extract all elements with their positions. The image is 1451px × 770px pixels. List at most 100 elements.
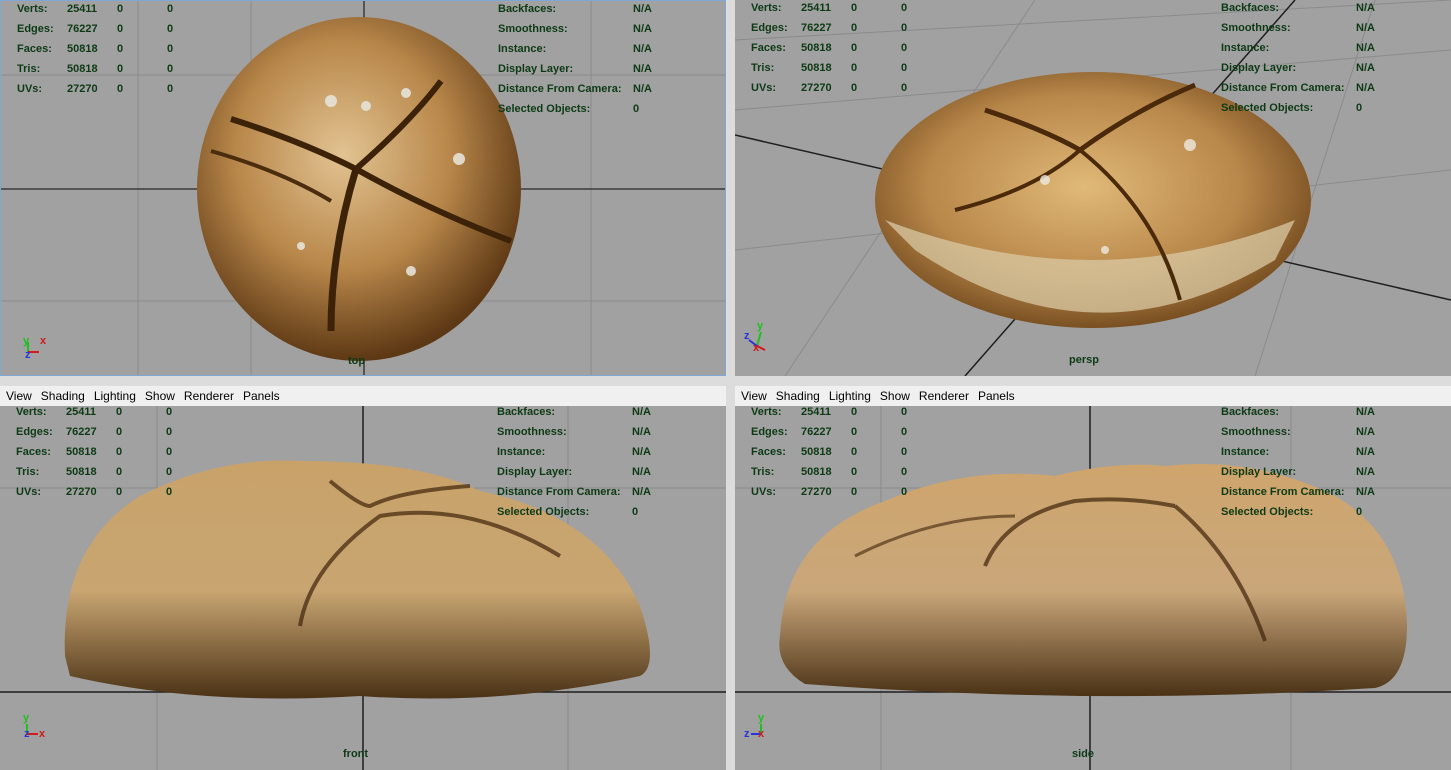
menu-show[interactable]: Show bbox=[880, 389, 910, 403]
menu-lighting[interactable]: Lighting bbox=[829, 389, 871, 403]
hud-stat-value: 0 bbox=[117, 63, 124, 75]
viewport-front[interactable]: Verts: 25411 0 0 Edges: 76227 0 0 Faces: 50818 0 0 T… bbox=[0, 406, 726, 770]
menu-shading[interactable]: Shading bbox=[776, 389, 820, 403]
hud-stat-value: 0 bbox=[851, 426, 858, 438]
menu-renderer[interactable]: Renderer bbox=[184, 389, 234, 403]
hud-info-label: Display Layer: bbox=[1221, 62, 1297, 74]
viewport-side[interactable]: Verts: 25411 0 0 Edges: 76227 0 0 Faces: 50818 0 0 T… bbox=[735, 406, 1451, 770]
hud-stat-value: 0 bbox=[166, 486, 173, 498]
hud-info-value: N/A bbox=[1356, 426, 1375, 438]
hud-info-label: Smoothness: bbox=[1221, 22, 1291, 34]
camera-label: front bbox=[343, 748, 369, 760]
hud-stat-value: 0 bbox=[167, 23, 174, 35]
hud-stat-value: 25411 bbox=[66, 406, 96, 418]
axis-label-y: y bbox=[23, 335, 30, 347]
menu-panels[interactable]: Panels bbox=[243, 389, 280, 403]
hud-info-label: Selected Objects: bbox=[1221, 102, 1314, 114]
hud-stat-label: Edges: bbox=[16, 426, 53, 438]
hud-stats-right: Backfaces: N/A Smoothness: N/A Instance: N/A D… bbox=[498, 3, 698, 123]
hud-stat-value: 76227 bbox=[67, 23, 98, 35]
bread-model-top[interactable] bbox=[197, 17, 521, 361]
hud-stats-right: Backfaces: N/A Smoothness: N/A Instance: N/A D… bbox=[1221, 406, 1441, 526]
hud-info-value: N/A bbox=[633, 3, 652, 15]
menu-renderer[interactable]: Renderer bbox=[919, 389, 969, 403]
menu-shading[interactable]: Shading bbox=[41, 389, 85, 403]
viewport-persp[interactable]: Verts: 25411 0 0 Edges: 76227 0 0 Faces: 50818 0 0 T… bbox=[735, 0, 1451, 376]
hud-info-value: N/A bbox=[1356, 466, 1375, 478]
hud-stat-value: 50818 bbox=[66, 446, 97, 458]
axis-label-y: y bbox=[758, 712, 765, 724]
hud-info-value: N/A bbox=[1356, 406, 1375, 418]
axis-label-x: x bbox=[758, 728, 765, 740]
hud-stat-value: 0 bbox=[167, 83, 174, 95]
hud-info-value: N/A bbox=[632, 466, 651, 478]
hud-stat-value: 50818 bbox=[66, 466, 97, 478]
menu-panels[interactable]: Panels bbox=[978, 389, 1015, 403]
hud-info-label: Distance From Camera: bbox=[497, 486, 621, 498]
hud-stat-value: 0 bbox=[901, 446, 908, 458]
hud-stat-label: Faces: bbox=[17, 43, 52, 55]
hud-stat-label: Faces: bbox=[751, 446, 786, 458]
hud-stat-value: 0 bbox=[901, 82, 908, 94]
hud-stat-label: Faces: bbox=[16, 446, 51, 458]
hud-stat-value: 76227 bbox=[801, 426, 832, 438]
hud-stat-label: Verts: bbox=[751, 2, 782, 14]
hud-info-value: N/A bbox=[1356, 486, 1375, 498]
hud-stat-value: 0 bbox=[901, 406, 908, 418]
menu-show[interactable]: Show bbox=[145, 389, 175, 403]
hud-stat-value: 50818 bbox=[801, 42, 832, 54]
hud-stat-value: 27270 bbox=[801, 82, 832, 94]
hud-stat-value: 0 bbox=[901, 62, 908, 74]
hud-info-label: Backfaces: bbox=[497, 406, 556, 418]
hud-stat-label: Tris: bbox=[16, 466, 40, 478]
hud-info-value: N/A bbox=[632, 426, 651, 438]
hud-stat-label: Tris: bbox=[17, 63, 41, 75]
hud-info-value: N/A bbox=[1356, 82, 1375, 94]
axis-gizmo bbox=[751, 724, 762, 735]
hud-stat-label: UVs: bbox=[751, 82, 777, 94]
hud-stat-value: 0 bbox=[116, 406, 123, 418]
hud-stats-right: Backfaces: N/A Smoothness: N/A Instance: N/A D… bbox=[1221, 2, 1441, 122]
hud-stat-value: 76227 bbox=[801, 22, 832, 34]
menu-view[interactable]: View bbox=[6, 389, 32, 403]
hud-stat-value: 0 bbox=[851, 22, 858, 34]
hud-stats-left: Verts: 25411 0 0 Edges: 76227 0 0 Faces: 50818 0 0 T… bbox=[751, 2, 951, 102]
hud-info-label: Distance From Camera: bbox=[1221, 82, 1345, 94]
hud-stat-value: 0 bbox=[901, 2, 908, 14]
hud-stats-left: Verts: 25411 0 0 Edges: 76227 0 0 Faces: 50818 0 0 T… bbox=[16, 406, 216, 506]
pane-splitter-horizontal[interactable] bbox=[0, 376, 1451, 386]
menu-lighting[interactable]: Lighting bbox=[94, 389, 136, 403]
menu-view[interactable]: View bbox=[741, 389, 767, 403]
hud-stats-right: Backfaces: N/A Smoothness: N/A Instance: N/A D… bbox=[497, 406, 697, 526]
hud-stat-label: Edges: bbox=[751, 426, 788, 438]
axis-label-y: y bbox=[757, 320, 764, 332]
hud-stat-value: 0 bbox=[117, 3, 124, 15]
hud-stat-value: 0 bbox=[167, 63, 174, 75]
hud-stat-value: 27270 bbox=[67, 83, 98, 95]
hud-info-label: Backfaces: bbox=[1221, 406, 1280, 418]
hud-stat-value: 25411 bbox=[801, 2, 831, 14]
hud-info-value: N/A bbox=[633, 43, 652, 55]
hud-stat-value: 0 bbox=[851, 82, 858, 94]
hud-info-label: Display Layer: bbox=[498, 63, 574, 75]
hud-stat-value: 0 bbox=[851, 2, 858, 14]
hud-stat-value: 0 bbox=[901, 466, 908, 478]
hud-stat-value: 0 bbox=[116, 466, 123, 478]
hud-info-label: Selected Objects: bbox=[1221, 506, 1314, 518]
hud-info-label: Smoothness: bbox=[497, 426, 567, 438]
hud-info-label: Selected Objects: bbox=[497, 506, 590, 518]
hud-stat-value: 50818 bbox=[67, 43, 98, 55]
camera-label: persp bbox=[1069, 354, 1099, 366]
hud-info-label: Distance From Camera: bbox=[1221, 486, 1345, 498]
viewport-top[interactable]: Verts: 25411 0 0 Edges: 76227 0 0 Faces: 50818 0 0 T… bbox=[0, 0, 726, 376]
hud-stat-value: 0 bbox=[117, 83, 124, 95]
hud-stat-label: Edges: bbox=[17, 23, 54, 35]
hud-stat-label: UVs: bbox=[751, 486, 777, 498]
hud-stat-label: UVs: bbox=[17, 83, 43, 95]
hud-info-value: N/A bbox=[1356, 446, 1375, 458]
hud-stat-value: 0 bbox=[116, 446, 123, 458]
hud-info-label: Selected Objects: bbox=[498, 103, 591, 115]
hud-stat-value: 0 bbox=[117, 43, 124, 55]
hud-stat-value: 0 bbox=[166, 466, 173, 478]
hud-info-label: Instance: bbox=[1221, 42, 1270, 54]
